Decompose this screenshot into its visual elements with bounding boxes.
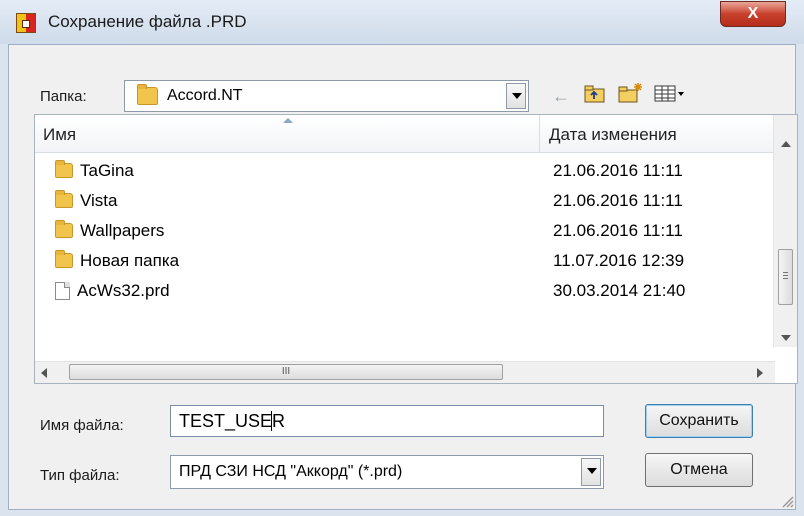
up-folder-icon[interactable] (584, 84, 606, 109)
app-icon (16, 13, 36, 33)
horizontal-scrollbar[interactable]: III (35, 361, 775, 383)
resize-grip-icon[interactable] (780, 494, 794, 508)
file-list-header: Имя Дата изменения (35, 115, 775, 153)
save-button[interactable]: Сохранить (645, 404, 753, 438)
folder-select-value: Accord.NT (167, 87, 243, 104)
column-date-modified[interactable]: Дата изменения (549, 125, 677, 145)
folder-label: Папка: (40, 88, 87, 105)
filetype-select[interactable]: ПРД СЗИ НСД "Аккорд" (*.prd) (170, 455, 604, 489)
scroll-left-icon[interactable] (41, 368, 47, 378)
filetype-label: Тип файла: (40, 467, 120, 484)
document-icon (55, 281, 70, 300)
filename-input[interactable]: TEST_USER (170, 405, 604, 437)
filename-input-value: TEST_USER (179, 411, 286, 431)
filename-label: Имя файла: (40, 417, 124, 434)
folder-icon (137, 84, 158, 106)
view-menu-icon[interactable] (654, 84, 688, 109)
window-title: Сохранение файла .PRD (48, 12, 247, 31)
list-item[interactable]: Wallpapers 21.06.2016 11:11 (35, 215, 765, 245)
folder-select[interactable]: Accord.NT (124, 80, 529, 112)
folder-icon (55, 190, 73, 209)
file-name: TaGina (80, 160, 134, 180)
file-date: 11.07.2016 12:39 (553, 251, 685, 270)
title-bar: Сохранение файла .PRD X (0, 0, 804, 44)
filetype-select-value: ПРД СЗИ НСД "Аккорд" (*.prd) (179, 463, 403, 480)
column-name[interactable]: Имя (43, 125, 76, 145)
list-item[interactable]: AcWs32.prd 30.03.2014 21:40 (35, 275, 765, 305)
file-name: Vista (80, 190, 118, 210)
save-dialog-window: Сохранение файла .PRD X Папка: Accord.NT… (0, 0, 804, 516)
scroll-down-icon[interactable] (781, 335, 791, 341)
sort-ascending-icon (283, 118, 293, 123)
folder-icon (55, 160, 73, 179)
folder-icon (55, 250, 73, 269)
file-date: 21.06.2016 11:11 (553, 221, 683, 240)
file-list[interactable]: Имя Дата изменения TaGina 21.06.2016 11:… (34, 114, 798, 384)
text-caret (271, 411, 272, 431)
vertical-scroll-thumb[interactable] (778, 249, 793, 305)
new-folder-icon[interactable] (618, 82, 644, 109)
list-item[interactable]: TaGina 21.06.2016 11:11 (35, 155, 765, 185)
folder-icon (55, 220, 73, 239)
file-name: Новая папка (80, 250, 180, 270)
list-item[interactable]: Новая папка 11.07.2016 12:39 (35, 245, 765, 275)
scroll-right-icon[interactable] (757, 368, 763, 378)
close-button[interactable]: X (720, 1, 786, 27)
file-date: 30.03.2014 21:40 (553, 281, 686, 300)
vertical-scrollbar[interactable] (773, 115, 797, 347)
file-name: AcWs32.prd (77, 280, 170, 300)
file-date: 21.06.2016 11:11 (553, 161, 683, 180)
back-icon[interactable]: ← (552, 86, 570, 107)
chevron-down-icon[interactable] (506, 83, 526, 109)
file-name: Wallpapers (80, 220, 165, 240)
chevron-down-icon[interactable] (581, 458, 601, 486)
file-date: 21.06.2016 11:11 (553, 191, 683, 210)
scroll-up-icon[interactable] (781, 141, 791, 147)
horizontal-scroll-thumb[interactable]: III (69, 364, 503, 380)
list-item[interactable]: Vista 21.06.2016 11:11 (35, 185, 765, 215)
cancel-button[interactable]: Отмена (645, 453, 753, 487)
